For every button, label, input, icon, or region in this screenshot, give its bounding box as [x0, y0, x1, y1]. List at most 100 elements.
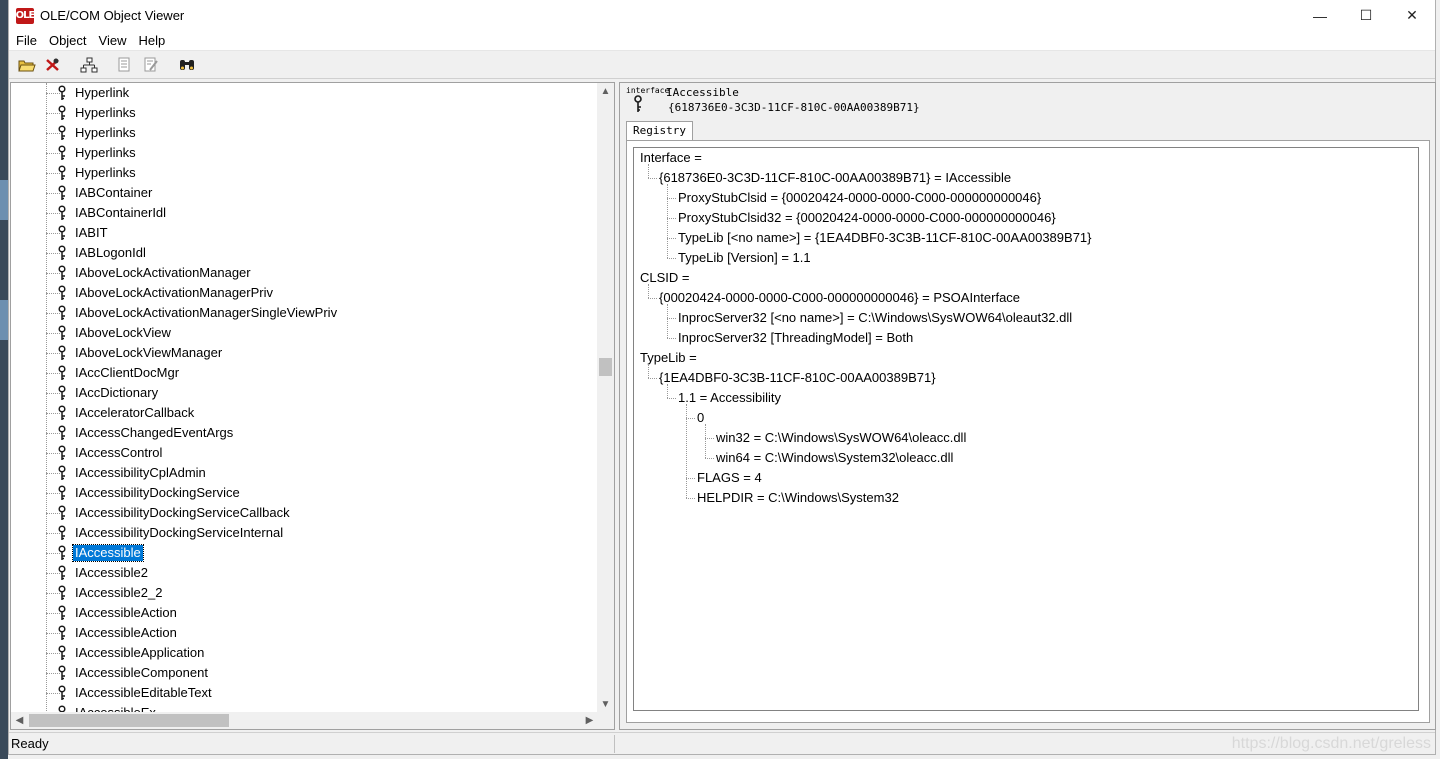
registry-connector: [648, 178, 657, 179]
scroll-thumb[interactable]: [599, 358, 612, 376]
tree-item[interactable]: IABContainer: [11, 183, 598, 203]
tree-item[interactable]: IAccessibilityDockingServiceInternal: [11, 523, 598, 543]
tree-item[interactable]: IAccDictionary: [11, 383, 598, 403]
watermark: https://blog.csdn.net/greless: [1231, 735, 1431, 752]
tab-registry[interactable]: Registry: [626, 121, 693, 141]
interface-key-icon: [58, 465, 66, 480]
tree-item[interactable]: IAccessControl: [11, 443, 598, 463]
tree-item-label: Hyperlink: [75, 85, 130, 100]
registry-node[interactable]: 0: [697, 408, 704, 428]
document-icon: [118, 57, 129, 71]
tree-item[interactable]: IAccClientDocMgr: [11, 363, 598, 383]
scroll-down-icon[interactable]: ▼: [597, 696, 614, 713]
tree-item[interactable]: Hyperlinks: [11, 123, 598, 143]
tree-horizontal-scrollbar[interactable]: ◀ ▶: [11, 712, 598, 729]
tree-item[interactable]: Hyperlinks: [11, 143, 598, 163]
tree-item[interactable]: IAccessibleEditableText: [11, 683, 598, 703]
tab-strip: Registry: [626, 121, 693, 141]
menu-view[interactable]: View: [93, 31, 133, 51]
tree-item[interactable]: IAccessibilityCplAdmin: [11, 463, 598, 483]
expert-mode-button[interactable]: [77, 54, 100, 76]
status-separator: [614, 735, 615, 753]
interface-key-icon: [58, 405, 66, 420]
tree-item[interactable]: Hyperlink: [11, 83, 598, 103]
tree-item[interactable]: IAccessibleComponent: [11, 663, 598, 683]
tree-item-label: IAccessibleEditableText: [75, 685, 212, 700]
create-instance-button[interactable]: [113, 54, 136, 76]
tree-item-label: Hyperlinks: [75, 165, 136, 180]
interface-key-icon: [58, 325, 66, 340]
tree-vertical-scrollbar[interactable]: ▲ ▼: [597, 83, 614, 713]
minimize-button[interactable]: —: [1297, 0, 1343, 31]
registry-node[interactable]: InprocServer32 [<no name>] = C:\Windows\…: [678, 308, 1072, 328]
tree-item[interactable]: IAboveLockActivationManagerPriv: [11, 283, 598, 303]
title-bar[interactable]: OLE OLE/COM Object Viewer — ☐ ✕: [9, 0, 1435, 31]
scroll-right-icon[interactable]: ▶: [581, 712, 598, 729]
status-bar: Ready https://blog.csdn.net/greless: [9, 732, 1435, 754]
maximize-button[interactable]: ☐: [1343, 0, 1389, 31]
tree-item[interactable]: IAccessibleApplication: [11, 643, 598, 663]
tree-item[interactable]: IAccessChangedEventArgs: [11, 423, 598, 443]
interface-key-icon: [58, 365, 66, 380]
tree-item[interactable]: IAccessible2: [11, 563, 598, 583]
release-instance-button[interactable]: [139, 54, 162, 76]
interface-key-icon: [58, 265, 66, 280]
interface-key-icon: [58, 545, 66, 560]
registry-node[interactable]: win64 = C:\Windows\System32\oleacc.dll: [716, 448, 953, 468]
object-tree[interactable]: Hyperlink Hyperlinks Hyperlinks Hyperlinks H…: [11, 83, 598, 713]
interface-key-icon: [58, 685, 66, 700]
tree-item[interactable]: IAccessible2_2: [11, 583, 598, 603]
tree-item[interactable]: Hyperlinks: [11, 163, 598, 183]
scroll-left-icon[interactable]: ◀: [11, 712, 28, 729]
tree-item[interactable]: IAccessibleAction: [11, 603, 598, 623]
registry-node[interactable]: {618736E0-3C3D-11CF-810C-00AA00389B71} =…: [659, 168, 1011, 188]
scrollbar-corner: [597, 712, 614, 729]
view-typelib-button[interactable]: [175, 54, 198, 76]
tree-item-label: IAboveLockActivationManager: [75, 265, 251, 280]
registry-node[interactable]: {00020424-0000-0000-C000-000000000046} =…: [659, 288, 1020, 308]
bind-to-file-button[interactable]: [15, 54, 38, 76]
key-icon: [634, 95, 642, 112]
registry-node[interactable]: 1.1 = Accessibility: [678, 388, 781, 408]
tree-item[interactable]: IAboveLockActivationManager: [11, 263, 598, 283]
registry-node[interactable]: ProxyStubClsid = {00020424-0000-0000-C00…: [678, 188, 1041, 208]
registry-node[interactable]: ProxyStubClsid32 = {00020424-0000-0000-C…: [678, 208, 1056, 228]
tree-item[interactable]: IAboveLockViewManager: [11, 343, 598, 363]
unload-button[interactable]: [41, 54, 64, 76]
tree-item[interactable]: IAccessibilityDockingServiceCallback: [11, 503, 598, 523]
object-tree-pane[interactable]: Hyperlink Hyperlinks Hyperlinks Hyperlinks H…: [10, 82, 615, 730]
tree-item-label: IAccessibleApplication: [75, 645, 205, 660]
tree-item[interactable]: IAboveLockActivationManagerSingleViewPri…: [11, 303, 598, 323]
registry-node[interactable]: TypeLib [Version] = 1.1: [678, 248, 811, 268]
registry-connector: [667, 338, 676, 339]
scroll-up-icon[interactable]: ▲: [597, 83, 614, 100]
tree-item[interactable]: IABLogonIdl: [11, 243, 598, 263]
tree-item[interactable]: IAccessibilityDockingService: [11, 483, 598, 503]
interface-key-icon: [58, 205, 66, 220]
interface-key-icon: [58, 505, 66, 520]
registry-node[interactable]: FLAGS = 4: [697, 468, 762, 488]
tree-item[interactable]: IAccessibleAction: [11, 623, 598, 643]
registry-connector: [648, 284, 649, 298]
tree-item[interactable]: IAcceleratorCallback: [11, 403, 598, 423]
registry-node[interactable]: {1EA4DBF0-3C3B-11CF-810C-00AA00389B71}: [659, 368, 936, 388]
tree-item[interactable]: IAccessible: [11, 543, 598, 563]
hierarchy-icon: [80, 57, 97, 72]
menu-help[interactable]: Help: [132, 31, 171, 51]
registry-node[interactable]: Interface =: [640, 148, 702, 168]
menu-object[interactable]: Object: [43, 31, 93, 51]
tree-item[interactable]: IABContainerIdl: [11, 203, 598, 223]
tree-item[interactable]: Hyperlinks: [11, 103, 598, 123]
scroll-thumb-horizontal[interactable]: [29, 714, 229, 727]
toolbar: [9, 51, 1435, 79]
registry-node[interactable]: HELPDIR = C:\Windows\System32: [697, 488, 899, 508]
registry-node[interactable]: win32 = C:\Windows\SysWOW64\oleacc.dll: [716, 428, 966, 448]
tree-item[interactable]: IAboveLockView: [11, 323, 598, 343]
registry-tree[interactable]: Interface = {618736E0-3C3D-11CF-810C-00AA…: [633, 147, 1419, 711]
registry-node[interactable]: TypeLib [<no name>] = {1EA4DBF0-3C3B-11C…: [678, 228, 1092, 248]
registry-node[interactable]: InprocServer32 [ThreadingModel] = Both: [678, 328, 913, 348]
tree-item[interactable]: IABIT: [11, 223, 598, 243]
close-button[interactable]: ✕: [1389, 0, 1435, 31]
menu-file[interactable]: File: [10, 31, 43, 51]
tree-item-label: IAccessible: [72, 544, 144, 562]
